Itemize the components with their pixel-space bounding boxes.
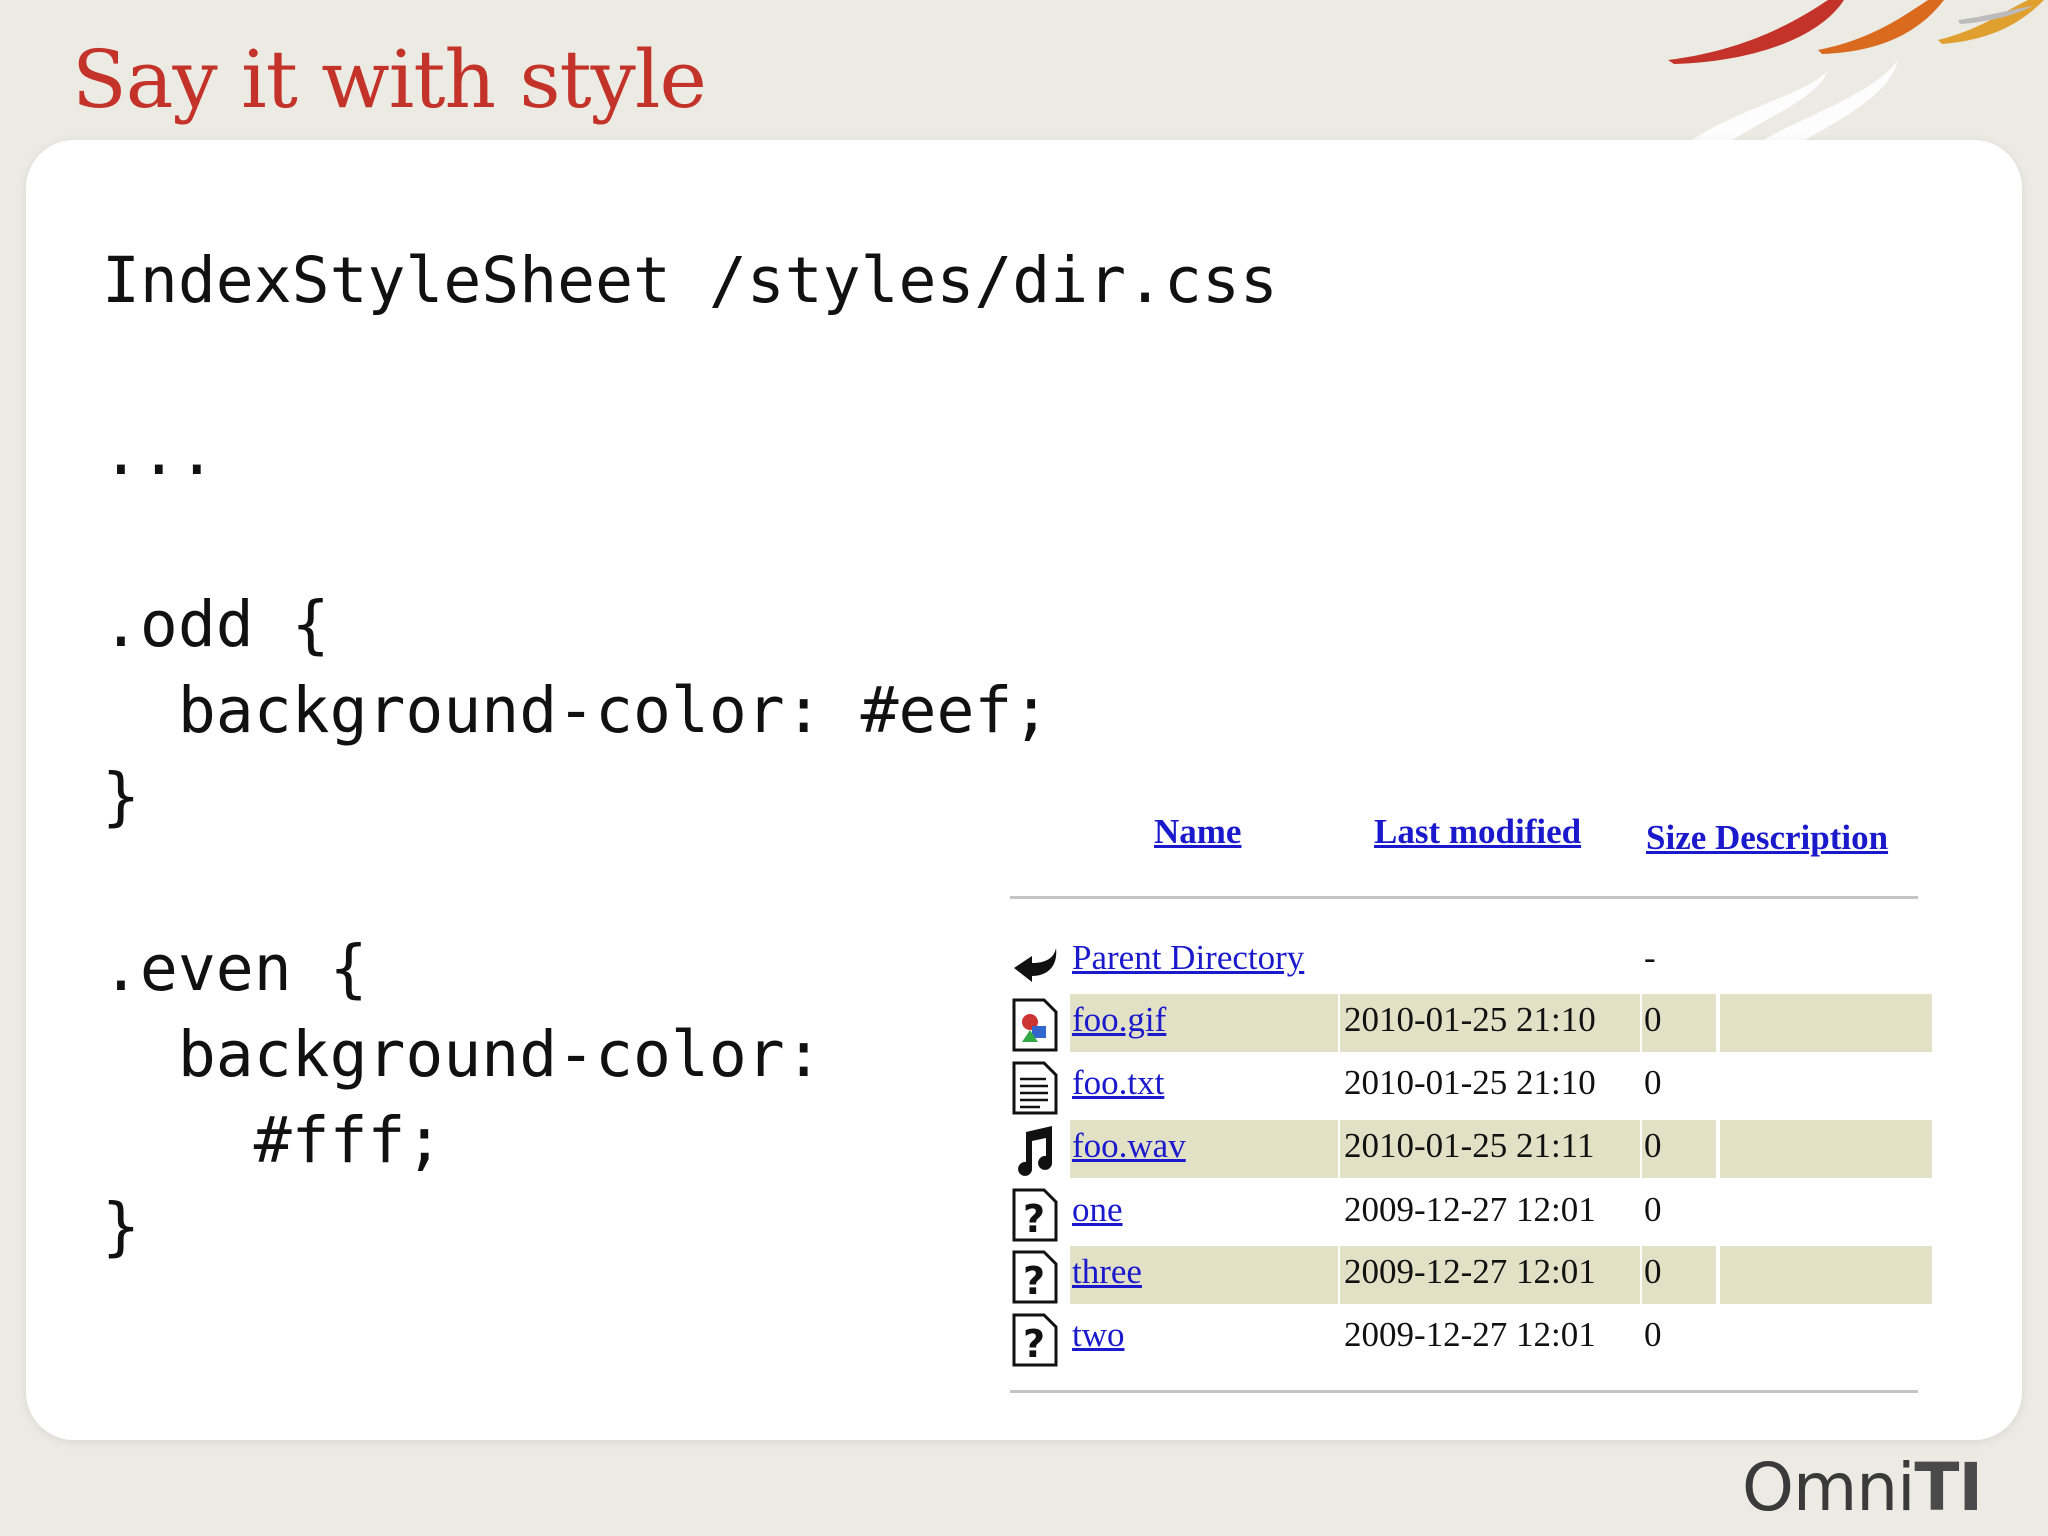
logo-text-bold: TI — [1914, 1449, 1983, 1526]
list-item: ? one 2009-12-27 12:01 0 — [1010, 1184, 1922, 1242]
file-size: - — [1644, 938, 1656, 977]
svg-text:?: ? — [1023, 1322, 1045, 1366]
file-link[interactable]: three — [1072, 1252, 1142, 1292]
list-item: Parent Directory - — [1010, 932, 1922, 990]
row-shade — [1720, 994, 1932, 1052]
unknown-file-icon: ? — [1012, 1250, 1058, 1304]
flame-decoration-icon — [1668, 0, 2044, 150]
back-icon — [1014, 948, 1057, 982]
footer-divider — [1010, 1390, 1918, 1393]
file-modified: 2009-12-27 12:01 — [1344, 1252, 1596, 1291]
omniti-logo: OmniTI — [1742, 1449, 1983, 1526]
directory-listing: Name Last modified Size Description Pare… — [1010, 812, 1932, 1412]
file-modified: 2010-01-25 21:11 — [1344, 1126, 1595, 1165]
list-item: ? three 2009-12-27 12:01 0 — [1010, 1246, 1932, 1304]
sound-file-icon — [1018, 1126, 1053, 1176]
slide-title: Say it with style — [72, 33, 707, 126]
list-item: foo.wav 2010-01-25 21:11 0 — [1010, 1120, 1932, 1178]
image-file-icon — [1012, 998, 1058, 1052]
file-link[interactable]: foo.txt — [1072, 1063, 1164, 1103]
unknown-file-icon: ? — [1012, 1313, 1058, 1367]
column-header-size-description[interactable]: Size Description — [1646, 818, 1888, 858]
file-size: 0 — [1644, 1315, 1662, 1354]
svg-text:?: ? — [1023, 1259, 1045, 1303]
list-item: foo.gif 2010-01-25 21:10 0 — [1010, 994, 1932, 1052]
file-size: 0 — [1644, 1063, 1662, 1102]
file-modified: 2009-12-27 12:01 — [1344, 1315, 1596, 1354]
file-link[interactable]: two — [1072, 1315, 1125, 1355]
logo-text: Omni — [1742, 1449, 1915, 1526]
file-modified: 2010-01-25 21:10 — [1344, 1063, 1596, 1102]
file-size: 0 — [1644, 1190, 1662, 1229]
file-modified: 2009-12-27 12:01 — [1344, 1190, 1596, 1229]
svg-text:?: ? — [1023, 1197, 1045, 1241]
column-header-name[interactable]: Name — [1154, 812, 1241, 852]
file-link[interactable]: Parent Directory — [1072, 938, 1304, 978]
file-modified: 2010-01-25 21:10 — [1344, 1000, 1596, 1039]
header-divider — [1010, 896, 1918, 899]
unknown-file-icon: ? — [1012, 1188, 1058, 1242]
file-size: 0 — [1644, 1126, 1662, 1165]
column-header-last-modified[interactable]: Last modified — [1374, 812, 1581, 852]
text-file-icon — [1012, 1061, 1058, 1115]
file-link[interactable]: one — [1072, 1190, 1123, 1230]
row-shade — [1720, 1246, 1932, 1304]
list-item: ? two 2009-12-27 12:01 0 — [1010, 1309, 1922, 1367]
file-size: 0 — [1644, 1252, 1662, 1291]
file-link[interactable]: foo.wav — [1072, 1126, 1186, 1166]
list-item: foo.txt 2010-01-25 21:10 0 — [1010, 1057, 1922, 1115]
file-size: 0 — [1644, 1000, 1662, 1039]
file-link[interactable]: foo.gif — [1072, 1000, 1166, 1040]
row-shade — [1720, 1120, 1932, 1178]
